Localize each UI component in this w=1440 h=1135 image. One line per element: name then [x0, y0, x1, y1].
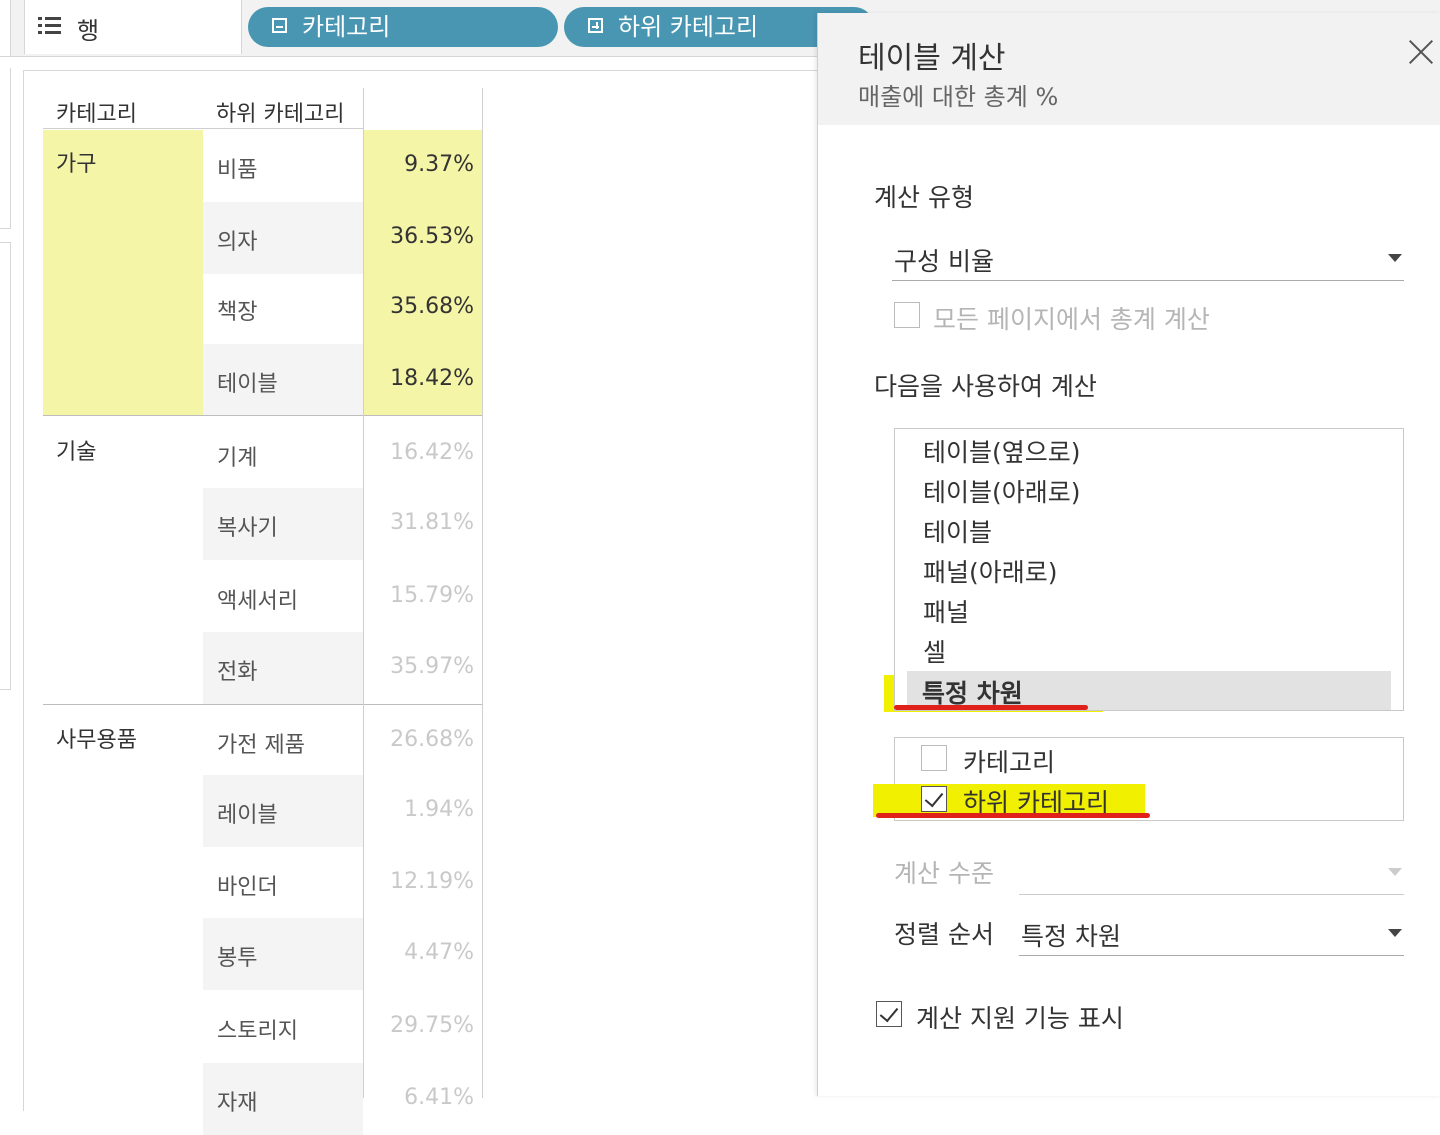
sort-value: 특정 차원 [1021, 922, 1121, 951]
value-cell[interactable]: 31.81% [364, 488, 482, 560]
shelf-edge [0, 0, 11, 56]
side-panel-edge [0, 242, 11, 690]
dimension-checkbox-subcategory[interactable] [921, 786, 947, 812]
pill-label: 하위 카테고리 [618, 13, 759, 41]
rows-shelf-label: 행 [24, 0, 242, 54]
rows-label: 행 [77, 17, 100, 45]
sort-select[interactable]: 특정 차원 [1019, 911, 1404, 956]
compute-using-label: 다음을 사용하여 계산 [874, 372, 1097, 401]
list-item[interactable]: 패널 [923, 593, 969, 629]
dialog-title: 테이블 계산 [858, 41, 1006, 76]
table-row[interactable]: 전화 [203, 632, 363, 704]
value-cell[interactable]: 12.19% [364, 847, 482, 919]
table-row[interactable]: 의자 [203, 202, 363, 274]
annotation-underline [894, 705, 1088, 710]
value-cell[interactable]: 26.68% [364, 705, 482, 777]
column-divider [363, 88, 364, 1098]
annotation-underline [876, 813, 1150, 818]
side-panel-edge [0, 68, 11, 229]
value-cell[interactable]: 18.42% [364, 344, 482, 416]
table-row[interactable]: 테이블 [203, 344, 363, 416]
value-cell[interactable]: 6.41% [364, 1063, 482, 1135]
table-row[interactable]: 책장 [203, 272, 363, 344]
list-item[interactable]: 테이블 [923, 513, 992, 549]
checkmark-icon [924, 787, 944, 808]
category-cell[interactable]: 가구 [43, 130, 203, 415]
category-cell[interactable]: 기술 [43, 418, 203, 703]
assist-label: 계산 지원 기능 표시 [916, 1004, 1124, 1033]
dimension-checkbox-category[interactable] [921, 745, 947, 771]
chevron-down-icon [1388, 254, 1402, 262]
chevron-down-icon [1388, 929, 1402, 937]
minus-box-icon[interactable] [272, 18, 287, 33]
header-category[interactable]: 카테고리 [56, 96, 137, 128]
table-row[interactable]: 바인더 [203, 847, 363, 919]
dialog-header: 테이블 계산 매출에 대한 총계 % [818, 13, 1440, 125]
value-cell[interactable]: 35.68% [364, 272, 482, 344]
column-divider [482, 88, 483, 1098]
value-cell[interactable]: 15.79% [364, 561, 482, 633]
table-row[interactable]: 봉투 [203, 918, 363, 990]
pill-category[interactable]: 카테고리 [248, 7, 558, 47]
value-cell[interactable]: 36.53% [364, 202, 482, 274]
calc-type-select[interactable]: 구성 비율 [892, 236, 1404, 281]
table-row[interactable]: 자재 [203, 1063, 363, 1135]
header-subcategory[interactable]: 하위 카테고리 [216, 96, 344, 128]
table-row[interactable]: 복사기 [203, 488, 363, 560]
table-row[interactable]: 가전 제품 [203, 705, 363, 777]
table-row[interactable]: 액세서리 [203, 561, 363, 633]
list-item[interactable]: 셀 [923, 633, 946, 669]
group-divider [43, 415, 483, 416]
pill-label: 카테고리 [302, 13, 391, 41]
table-row[interactable]: 비품 [203, 130, 363, 202]
value-cell[interactable]: 35.97% [364, 632, 482, 704]
level-label: 계산 수준 [894, 859, 994, 888]
dialog-subtitle: 매출에 대한 총계 % [858, 83, 1059, 111]
value-cell[interactable]: 29.75% [364, 991, 482, 1063]
sort-label: 정렬 순서 [894, 920, 994, 949]
value-cell[interactable]: 9.37% [364, 130, 482, 202]
all-pages-label: 모든 페이지에서 총계 계산 [933, 305, 1210, 334]
calc-type-label: 계산 유형 [874, 183, 974, 212]
value-cell[interactable]: 1.94% [364, 775, 482, 847]
level-select[interactable] [1019, 850, 1404, 895]
list-item[interactable]: 테이블(아래로) [923, 473, 1081, 509]
table-row[interactable]: 스토리지 [203, 991, 363, 1063]
plus-box-icon[interactable] [588, 18, 603, 33]
all-pages-checkbox[interactable] [894, 302, 920, 328]
table-row[interactable]: 기계 [203, 418, 363, 490]
chevron-down-icon [1388, 868, 1402, 876]
checkmark-icon [879, 1002, 899, 1023]
value-cell[interactable]: 16.42% [364, 418, 482, 490]
value-cell[interactable]: 4.47% [364, 918, 482, 990]
table-row[interactable]: 레이블 [203, 775, 363, 847]
list-item[interactable]: 패널(아래로) [923, 553, 1058, 589]
list-icon [38, 17, 62, 37]
calc-type-value: 구성 비율 [894, 247, 994, 276]
compute-using-list[interactable]: 테이블(옆으로) 테이블(아래로) 테이블 패널(아래로) 패널 셀 [894, 428, 1404, 711]
category-cell[interactable]: 사무용품 [43, 706, 203, 1106]
assist-checkbox[interactable] [876, 1001, 902, 1027]
close-icon[interactable] [1408, 39, 1434, 65]
dimension-label: 카테고리 [963, 748, 1056, 777]
list-item[interactable]: 테이블(옆으로) [923, 433, 1081, 469]
header-divider [43, 128, 363, 129]
